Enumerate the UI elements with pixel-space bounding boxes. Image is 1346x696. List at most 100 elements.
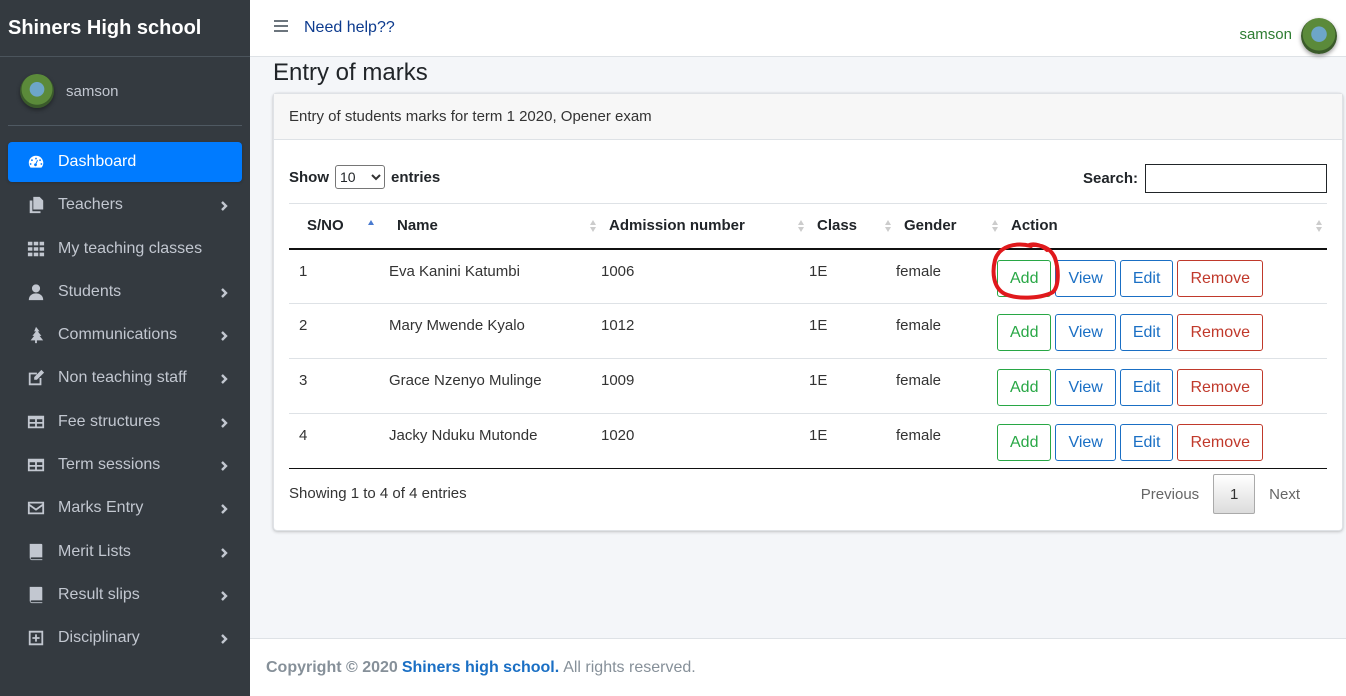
edit-icon bbox=[26, 368, 46, 388]
add-button[interactable]: Add bbox=[997, 369, 1052, 406]
rights-text: All rights reserved. bbox=[563, 658, 696, 676]
chevron-right-icon bbox=[218, 589, 230, 601]
user-icon bbox=[26, 282, 46, 302]
chevron-down-icon bbox=[371, 174, 381, 181]
sidebar-item-teachers[interactable]: Teachers bbox=[8, 185, 242, 225]
plus-square-icon bbox=[26, 628, 46, 648]
cell-sno: 1 bbox=[289, 248, 389, 304]
sidebar-item-dashboard[interactable]: Dashboard bbox=[8, 142, 242, 182]
menu-toggle-icon[interactable] bbox=[274, 20, 288, 34]
cell-name: Mary Mwende Kyalo bbox=[389, 303, 601, 359]
sidebar-item-label: Merit Lists bbox=[58, 542, 131, 560]
copyright-text: Copyright © 2020 bbox=[266, 658, 398, 676]
students-table: S/NO Name Admission number Class Gender bbox=[289, 203, 1327, 469]
remove-button[interactable]: Remove bbox=[1177, 314, 1264, 351]
edit-button[interactable]: Edit bbox=[1119, 424, 1174, 461]
add-button[interactable]: Add bbox=[997, 314, 1052, 351]
column-header-action[interactable]: Action bbox=[1003, 203, 1327, 250]
sidebar-item-merit-lists[interactable]: Merit Lists bbox=[8, 532, 242, 572]
view-button[interactable]: View bbox=[1055, 369, 1116, 406]
sidebar-item-label: Fee structures bbox=[58, 412, 161, 430]
add-button[interactable]: Add bbox=[997, 424, 1052, 461]
remove-button[interactable]: Remove bbox=[1177, 424, 1264, 461]
top-navbar: Need help?? samson bbox=[250, 0, 1346, 57]
sidebar-item-label: Non teaching staff bbox=[58, 369, 187, 387]
add-button[interactable]: Add bbox=[997, 259, 1052, 297]
cell-admission-number: 1006 bbox=[601, 248, 809, 304]
marks-card: Entry of students marks for term 1 2020,… bbox=[273, 93, 1343, 531]
help-link[interactable]: Need help?? bbox=[304, 19, 395, 37]
column-header-sno[interactable]: S/NO bbox=[289, 203, 389, 250]
sidebar-item-my-teaching-classes[interactable]: My teaching classes bbox=[8, 229, 242, 269]
sidebar-item-label: Students bbox=[58, 282, 122, 300]
sidebar-item-marks-entry[interactable]: Marks Entry bbox=[8, 488, 242, 528]
edit-button[interactable]: Edit bbox=[1119, 259, 1174, 297]
page-button-current[interactable]: 1 bbox=[1213, 474, 1256, 514]
column-header-label: Action bbox=[1011, 217, 1058, 235]
user-panel[interactable]: samson bbox=[8, 57, 242, 126]
sidebar-item-label: Result slips bbox=[58, 585, 140, 603]
sidebar-item-label: Marks Entry bbox=[58, 499, 144, 517]
cell-name: Eva Kanini Katumbi bbox=[389, 248, 601, 304]
sidebar-item-non-teaching-staff[interactable]: Non teaching staff bbox=[8, 358, 242, 398]
table-icon bbox=[26, 455, 46, 475]
view-button[interactable]: View bbox=[1055, 314, 1116, 351]
column-header-admission-number[interactable]: Admission number bbox=[601, 203, 809, 250]
search-label: Search: bbox=[1082, 170, 1138, 187]
cell-gender: female bbox=[896, 358, 1003, 414]
previous-button[interactable]: Previous bbox=[1127, 486, 1213, 503]
edit-button[interactable]: Edit bbox=[1119, 314, 1174, 351]
navbar-avatar[interactable] bbox=[1301, 18, 1337, 54]
avatar[interactable] bbox=[20, 74, 54, 108]
cell-class: 1E bbox=[809, 413, 896, 469]
table-info: Showing 1 to 4 of 4 entries bbox=[289, 485, 467, 502]
chevron-right-icon bbox=[218, 459, 230, 471]
sidebar-user-name[interactable]: samson bbox=[66, 83, 119, 100]
navbar-user-name[interactable]: samson bbox=[1239, 26, 1292, 43]
search-input[interactable] bbox=[1145, 164, 1327, 193]
sidebar-item-label: My teaching classes bbox=[58, 239, 203, 257]
cell-actions: Add View Edit Remove bbox=[997, 413, 1327, 469]
sort-icon bbox=[885, 220, 891, 232]
view-button[interactable]: View bbox=[1055, 259, 1116, 297]
column-header-name[interactable]: Name bbox=[389, 203, 601, 250]
remove-button[interactable]: Remove bbox=[1177, 259, 1264, 297]
column-header-gender[interactable]: Gender bbox=[896, 203, 1003, 250]
cell-class: 1E bbox=[809, 248, 896, 304]
table-row: 3 Grace Nzenyo Mulinge 1009 1E female Ad… bbox=[289, 358, 1327, 414]
edit-button[interactable]: Edit bbox=[1119, 369, 1174, 406]
sidebar-item-result-slips[interactable]: Result slips bbox=[8, 575, 242, 615]
cell-class: 1E bbox=[809, 303, 896, 359]
column-header-label: Name bbox=[397, 217, 438, 235]
sidebar-item-fee-structures[interactable]: Fee structures bbox=[8, 402, 242, 442]
table-row: 4 Jacky Nduku Mutonde 1020 1E female Add… bbox=[289, 413, 1327, 469]
sidebar-item-label: Dashboard bbox=[58, 153, 137, 170]
table-row: 2 Mary Mwende Kyalo 1012 1E female Add V… bbox=[289, 303, 1327, 359]
school-link[interactable]: Shiners high school. bbox=[402, 659, 559, 677]
sidebar-item-label: Teachers bbox=[58, 196, 123, 214]
page-length-select[interactable]: 10 bbox=[335, 165, 385, 189]
view-button[interactable]: View bbox=[1055, 424, 1116, 461]
card-header: Entry of students marks for term 1 2020,… bbox=[274, 94, 1342, 140]
sidebar-item-label: Term sessions bbox=[58, 456, 161, 474]
sidebar-item-students[interactable]: Students bbox=[8, 272, 242, 312]
sidebar-item-disciplinary[interactable]: Disciplinary bbox=[8, 618, 242, 658]
cell-name: Jacky Nduku Mutonde bbox=[389, 413, 601, 469]
sidebar-item-communications[interactable]: Communications bbox=[8, 315, 242, 355]
column-header-label: S/NO bbox=[307, 217, 344, 235]
cell-actions: Add View Edit Remove bbox=[997, 358, 1327, 414]
chevron-right-icon bbox=[218, 286, 230, 298]
brand[interactable]: Shiners High school bbox=[0, 0, 250, 57]
page-length-control: Show 10 entries bbox=[289, 165, 440, 189]
cell-gender: female bbox=[896, 248, 1003, 304]
sidebar-item-term-sessions[interactable]: Term sessions bbox=[8, 445, 242, 485]
copy-icon bbox=[26, 195, 46, 215]
next-button[interactable]: Next bbox=[1255, 486, 1314, 503]
footer: Copyright © 2020 Shiners high school. Al… bbox=[250, 638, 1346, 696]
sort-icon bbox=[590, 220, 596, 232]
column-header-class[interactable]: Class bbox=[809, 203, 896, 250]
brand-title[interactable]: Shiners High school bbox=[8, 17, 201, 40]
remove-button[interactable]: Remove bbox=[1177, 369, 1264, 406]
cell-sno: 2 bbox=[289, 303, 389, 359]
chevron-right-icon bbox=[218, 632, 230, 645]
